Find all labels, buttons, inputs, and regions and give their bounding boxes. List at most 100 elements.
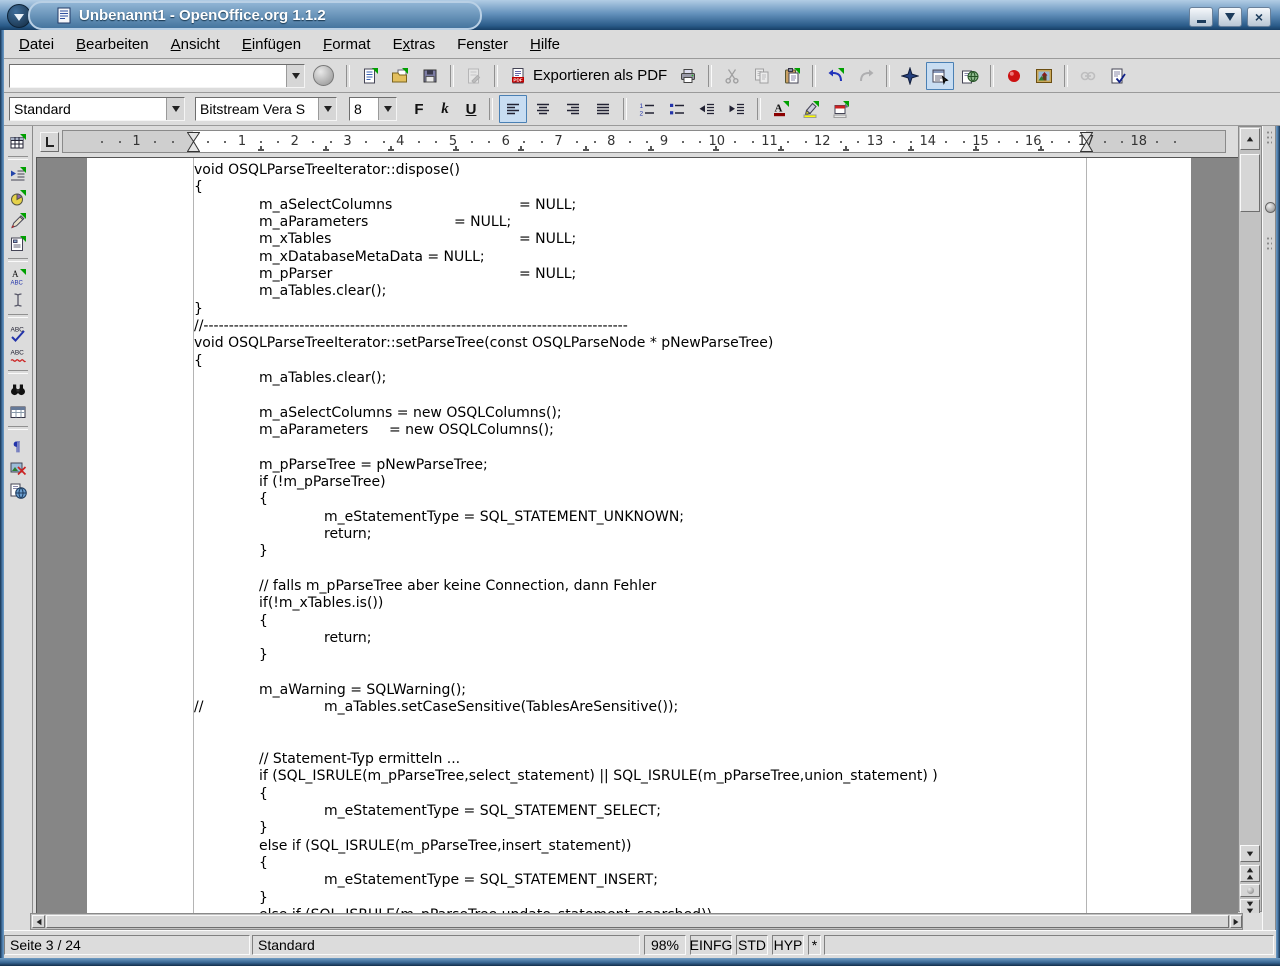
navigator-button[interactable] [896, 62, 924, 90]
status-modified: * [808, 935, 821, 955]
insert-frame-button[interactable] [5, 163, 31, 186]
font-size-combobox[interactable]: 8 [349, 97, 397, 121]
font-color-button[interactable]: A [767, 95, 795, 123]
menu-item-hilfe[interactable]: Hilfe [519, 32, 571, 57]
tab-type-selector[interactable] [40, 132, 59, 152]
justify-button[interactable] [589, 95, 617, 123]
autotext-button[interactable]: AABC [5, 265, 31, 288]
draw-functions-button[interactable] [5, 209, 31, 232]
bullets-button[interactable] [663, 95, 691, 123]
navigation-button[interactable] [1240, 884, 1260, 897]
highlighting-button[interactable] [797, 95, 825, 123]
horizontal-scrollbar-thumb[interactable] [46, 915, 1229, 928]
previous-page-button[interactable] [1240, 865, 1260, 882]
decrease-indent-button[interactable] [693, 95, 721, 123]
nonprinting-characters-button[interactable]: ¶ [5, 433, 31, 456]
default-tabstop-mark [388, 146, 394, 151]
vertical-scrollbar-thumb[interactable] [1240, 154, 1260, 212]
font-size-dropdown-button[interactable] [378, 98, 396, 120]
copy-button[interactable] [748, 62, 776, 90]
redo-button[interactable] [852, 62, 880, 90]
vertical-scrollbar[interactable] [1238, 126, 1262, 912]
undo-button[interactable] [822, 62, 850, 90]
scroll-left-button[interactable] [32, 915, 45, 928]
gallery-button[interactable] [956, 62, 984, 90]
insert-object-button[interactable] [5, 186, 31, 209]
direct-cursor-button[interactable] [5, 288, 31, 311]
edit-file-button[interactable] [460, 62, 488, 90]
open-button[interactable] [386, 62, 414, 90]
menu-item-fenster[interactable]: Fenster [446, 32, 519, 57]
dock-handle-icon[interactable] [1265, 202, 1276, 213]
left-indent-marker[interactable] [187, 132, 200, 157]
graphics-onoff-button[interactable] [5, 456, 31, 479]
font-dropdown-button[interactable] [318, 98, 336, 120]
menu-item-bearbeiten[interactable]: Bearbeiten [65, 32, 160, 57]
close-button[interactable]: × [1247, 7, 1271, 27]
align-right-button[interactable] [559, 95, 587, 123]
underline-button[interactable]: U [459, 96, 483, 122]
data-sources-button[interactable] [5, 400, 31, 423]
align-center-button[interactable] [529, 95, 557, 123]
pdf-export-button[interactable]: PDFExportieren als PDF [504, 62, 672, 90]
url-input[interactable] [10, 65, 286, 87]
status-bar: Seite 3 / 24Standard98%EINFGSTDHYP* [4, 932, 1276, 958]
menu-item-extras[interactable]: Extras [382, 32, 447, 57]
gallery-picture-button[interactable] [1030, 62, 1058, 90]
paste-icon [783, 67, 801, 85]
style-value: Standard [10, 98, 166, 120]
scroll-right-button[interactable] [1230, 915, 1242, 928]
window-title: Unbenannt1 - OpenOffice.org 1.1.2 [79, 7, 326, 24]
save-button[interactable] [416, 62, 444, 90]
object-toolbar: Standard Bitstream Vera S 8 F k U 12 A [4, 93, 1280, 126]
online-layout-button[interactable] [5, 479, 31, 502]
document-text[interactable]: void OSQLParseTreeIterator::dispose() { … [194, 162, 938, 913]
default-tabstop-mark [323, 146, 329, 151]
status-hyperlink-mode[interactable]: HYP [772, 935, 804, 955]
status-zoom[interactable]: 98% [644, 935, 686, 955]
stop-button[interactable] [313, 65, 334, 86]
check-document-button[interactable] [1104, 62, 1132, 90]
find-replace-button[interactable] [5, 377, 31, 400]
record-dot-button[interactable] [1000, 62, 1028, 90]
menu-item-einfügen[interactable]: Einfügen [231, 32, 312, 57]
background-color-button[interactable] [827, 95, 855, 123]
menu-item-ansicht[interactable]: Ansicht [160, 32, 231, 57]
right-indent-marker[interactable] [1080, 132, 1093, 157]
status-page[interactable]: Seite 3 / 24 [4, 935, 250, 955]
scroll-up-button[interactable] [1240, 128, 1260, 150]
scroll-down-button[interactable] [1240, 845, 1260, 862]
find-replace-icon [9, 380, 27, 398]
status-selection-mode[interactable]: STD [736, 935, 768, 955]
horizontal-ruler[interactable]: 1123456789101112131415161718 [62, 130, 1226, 153]
align-left-button[interactable] [499, 95, 527, 123]
menu-item-datei[interactable]: Datei [8, 32, 65, 57]
autospellcheck-button[interactable]: ABC [5, 344, 31, 367]
horizontal-scrollbar[interactable] [30, 913, 1243, 930]
menu-item-format[interactable]: Format [312, 32, 382, 57]
maximize-button[interactable] [1218, 7, 1242, 27]
print-button[interactable] [674, 62, 702, 90]
hyperlink-button[interactable] [1074, 62, 1102, 90]
italic-button[interactable]: k [433, 96, 457, 122]
cut-button[interactable] [718, 62, 746, 90]
minimize-button[interactable] [1189, 7, 1213, 27]
style-dropdown-button[interactable] [166, 98, 184, 120]
status-insert-mode[interactable]: EINFG [690, 935, 732, 955]
numbering-button[interactable]: 12 [633, 95, 661, 123]
status-style[interactable]: Standard [252, 935, 640, 955]
spellcheck-button[interactable]: ABC [5, 321, 31, 344]
style-combobox[interactable]: Standard [9, 97, 185, 121]
ruler-number: 2 [291, 134, 299, 149]
bold-button[interactable]: F [407, 96, 431, 122]
new-document-button[interactable] [356, 62, 384, 90]
increase-indent-button[interactable] [723, 95, 751, 123]
form-functions-button[interactable] [5, 232, 31, 255]
toolbar-separator [494, 65, 498, 87]
url-dropdown-button[interactable] [286, 65, 304, 87]
paste-button[interactable] [778, 62, 806, 90]
insert-table-button[interactable] [5, 130, 31, 153]
url-combobox[interactable] [9, 64, 305, 88]
stylist-button[interactable] [926, 62, 954, 90]
font-name-combobox[interactable]: Bitstream Vera S [195, 97, 337, 121]
